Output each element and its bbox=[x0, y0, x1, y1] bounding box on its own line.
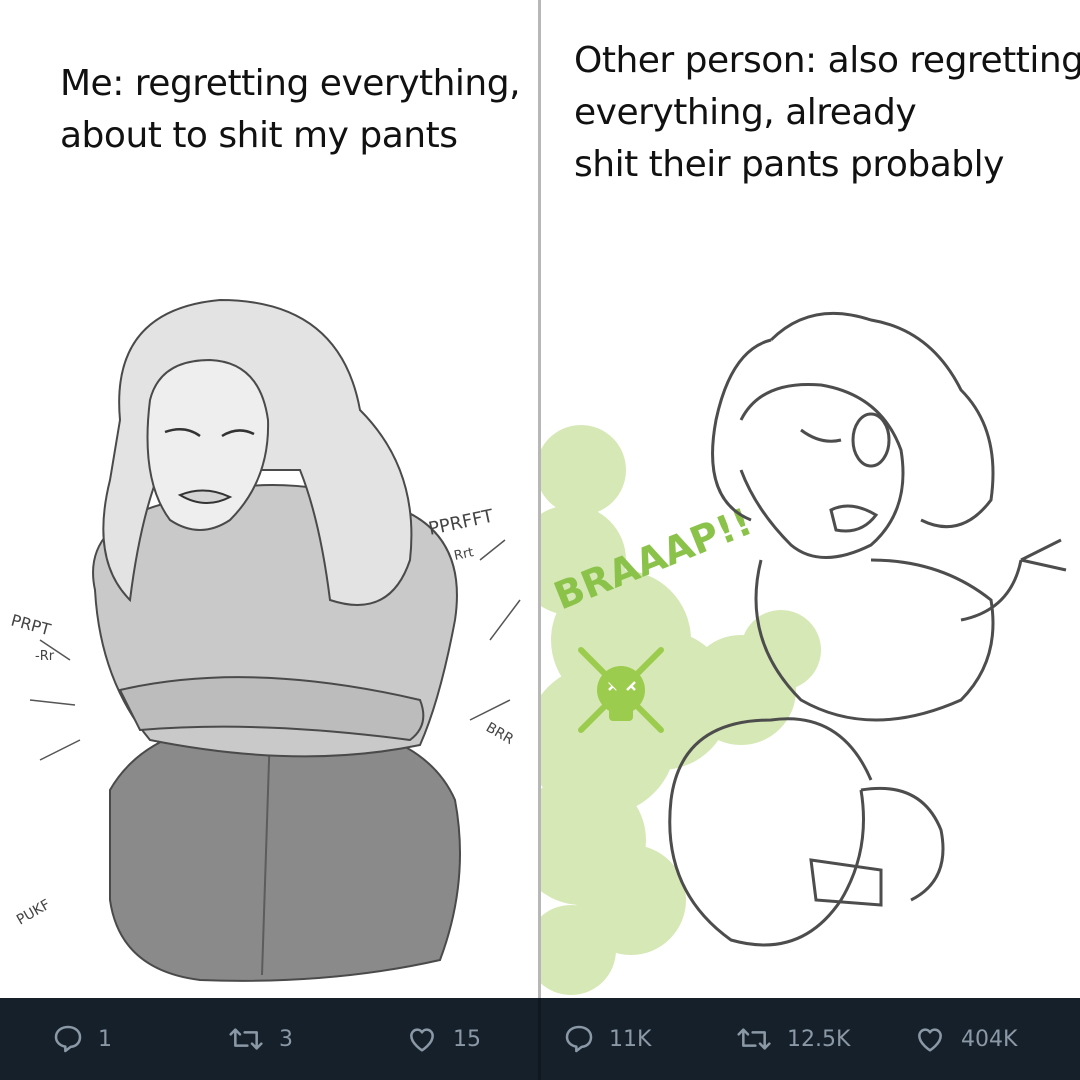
tweet-action-bar: 1 3 15 11K 12.5K 404K bbox=[0, 998, 1080, 1080]
character-lineart bbox=[668, 311, 1067, 947]
reply-count: 11K bbox=[609, 1026, 652, 1052]
retweet-button[interactable]: 3 bbox=[227, 1020, 293, 1058]
footer-divider bbox=[538, 998, 541, 1080]
right-panel: Other person: also regretting everything… bbox=[541, 0, 1080, 998]
sfx-text: Rrt bbox=[453, 545, 475, 564]
gas-cloud bbox=[541, 425, 821, 995]
jeans bbox=[109, 718, 461, 982]
sfx-text: PUKF bbox=[14, 897, 53, 929]
left-panel: Me: regretting everything, about to shit… bbox=[0, 0, 538, 998]
like-count: 15 bbox=[453, 1026, 481, 1052]
retweet-icon bbox=[229, 1028, 263, 1050]
retweet-count: 12.5K bbox=[787, 1026, 851, 1052]
sfx-text: -Rr bbox=[35, 649, 55, 664]
retweet-count: 3 bbox=[279, 1026, 293, 1052]
reply-button[interactable]: 1 bbox=[52, 1020, 112, 1058]
left-illustration: PPRFFT Rrt PRPT -Rr BRR PUKF bbox=[9, 298, 521, 982]
like-count: 404K bbox=[961, 1026, 1018, 1052]
like-button[interactable]: 15 bbox=[405, 1020, 481, 1058]
like-button[interactable]: 404K bbox=[913, 1020, 1017, 1058]
sfx-text: PRPT bbox=[9, 611, 53, 640]
sfx-text: PPRFFT bbox=[427, 506, 497, 540]
meme-image: Me: regretting everything, about to shit… bbox=[0, 0, 1080, 1080]
reply-count: 1 bbox=[98, 1026, 112, 1052]
retweet-button[interactable]: 12.5K bbox=[735, 1020, 850, 1058]
right-illustration: BRAAAP!! bbox=[541, 311, 1067, 995]
reply-icon bbox=[565, 1025, 593, 1053]
sfx-text: BRR bbox=[483, 720, 516, 749]
reply-icon bbox=[54, 1025, 82, 1053]
heart-icon bbox=[918, 1028, 942, 1052]
heart-icon bbox=[410, 1028, 434, 1052]
retweet-icon bbox=[737, 1028, 771, 1050]
reply-button[interactable]: 11K bbox=[563, 1020, 651, 1058]
